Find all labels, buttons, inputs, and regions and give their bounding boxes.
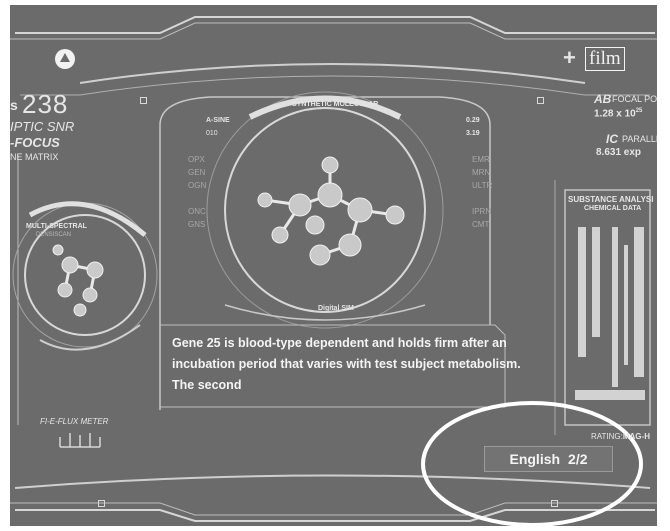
ab-label: AB [594,92,612,106]
arc-title: SYNTHETIC MOLECULAR [292,101,379,108]
a-sine-value: 010 [206,130,218,137]
counter-value: 238 [22,89,69,119]
left-code-item [188,194,206,207]
right-code-item: EMR [472,155,490,164]
subtitle-text: Gene 25 is blood-type dependent and hold… [172,335,522,398]
left-code-item: OGN [188,181,207,190]
left-code-item: GNS [188,220,206,229]
right-top-value-1: 0.29 [466,117,480,124]
radar-sublabel: DENSISCAN [36,232,72,238]
right-code-list: EMR MRN ULTR IPRN CMT [472,155,492,233]
subtitle-line-2: incubation period that varies with test … [172,357,521,371]
counter-prefix: s [10,97,18,113]
right-code-item: MRN [472,168,491,177]
analysis-subtitle: CHEMICAL DATA [584,205,642,212]
hud-marker [140,97,147,104]
up-arrow-circle-icon [55,49,75,69]
left-code-list: OPX GEN OGN ONC GNS [188,155,206,233]
rating-label: RATING:MAG-H [591,432,650,441]
hud-marker [551,500,558,507]
left-code-item: ONC [188,207,206,216]
brand-logo: film [585,47,625,71]
subtitle-line-1: Gene 25 is blood-type dependent and hold… [172,336,507,350]
right-code-item [472,194,492,207]
right-code-item: IPRN [472,207,492,216]
right-top-value-2: 3.19 [466,130,480,137]
matrix-label: NE MATRIX [10,152,59,162]
radar-label: MULTI-SPECTRAL [26,223,87,230]
optic-snr-label: IPTIC SNR [10,119,75,134]
language-name: English [509,451,561,467]
digital-sim-label: Digital SIM [318,305,354,312]
track-counter: 2/2 [568,451,588,467]
right-code-item: ULTR [472,181,493,190]
audio-language-button[interactable]: English 2/2 [484,446,613,472]
analysis-title: SUBSTANCE ANALYSI [568,195,654,204]
hud-marker [98,500,105,507]
left-code-item: OPX [188,155,205,164]
video-frame: + film s 238 IPTIC SNR -FOCUS NE MATRIX … [10,5,657,526]
ab-title: FOCAL POINT [612,94,657,104]
a-sine-label: A-SINE [206,117,230,124]
subtitle-line-3: The second [172,378,242,392]
ic-label: IC [606,132,618,146]
ic-title: PARALLEL [622,134,657,144]
flux-meter-label: FI-E-FLUX METER [40,417,109,426]
ab-value: 1.28 x 1025 [594,108,643,120]
right-code-item: CMT [472,220,490,229]
ic-value: 8.631 exp [596,147,642,158]
left-code-item: GEN [188,168,206,177]
hud-marker [537,97,544,104]
plus-icon: + [563,45,576,70]
focus-label: -FOCUS [10,135,60,150]
